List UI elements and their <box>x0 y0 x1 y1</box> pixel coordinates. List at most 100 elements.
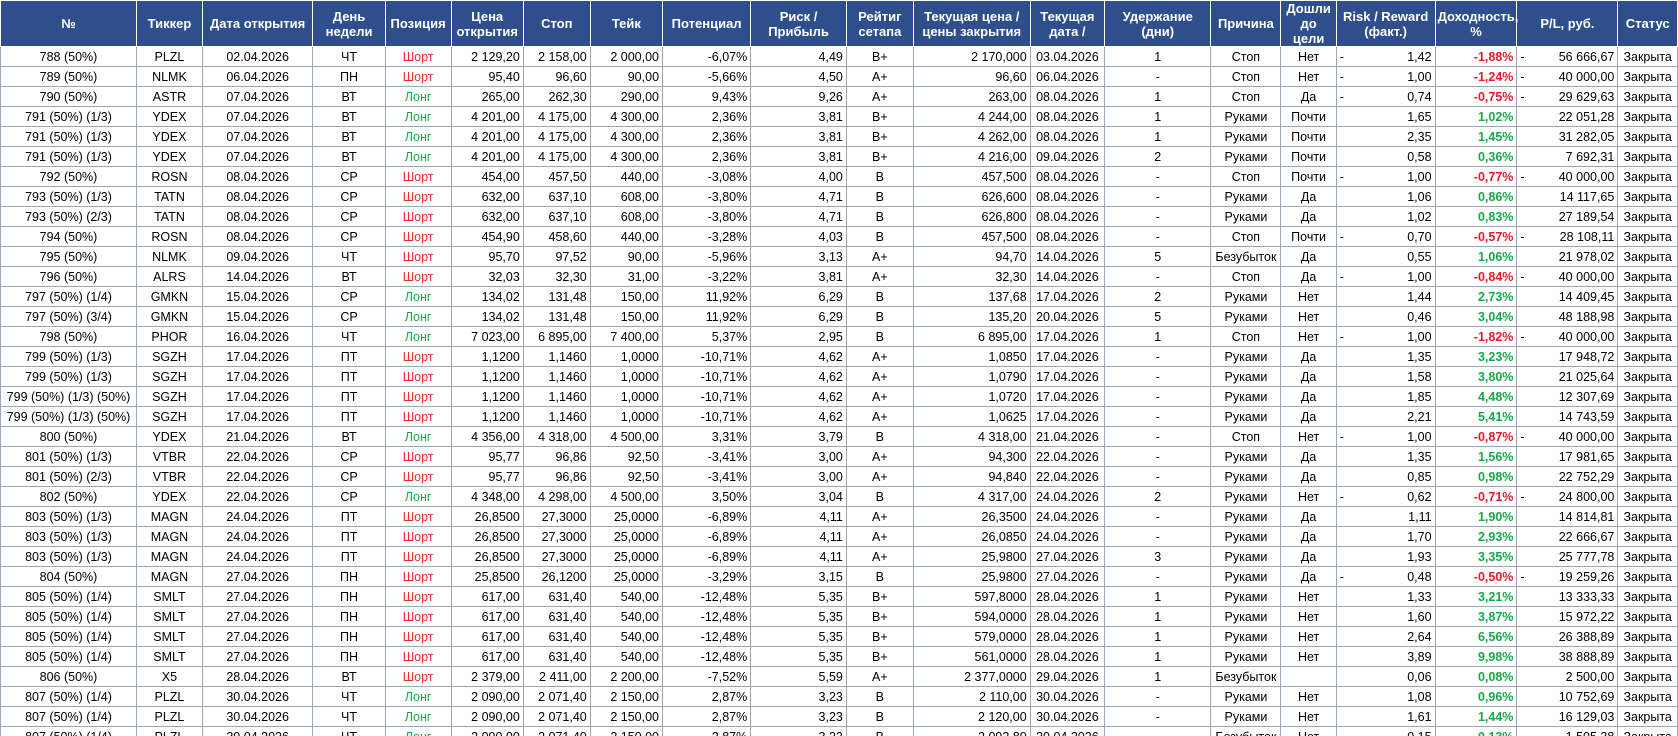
cell-potential[interactable]: 2,36% <box>662 126 752 147</box>
cell-reason[interactable]: Руками <box>1210 366 1282 387</box>
cell-setup-rating[interactable]: A+ <box>845 246 914 267</box>
cell-weekday[interactable]: ВТ <box>312 86 386 107</box>
cell-current-date[interactable]: 14.04.2026 <box>1029 266 1106 287</box>
cell-current-price[interactable]: 94,300 <box>912 446 1031 467</box>
cell-reason[interactable]: Руками <box>1210 106 1282 127</box>
cell-current-price[interactable]: 2 120,00 <box>912 706 1031 727</box>
cell-return[interactable]: 0,86% <box>1434 186 1518 207</box>
cell-open-price[interactable]: 617,00 <box>450 646 524 667</box>
cell-return[interactable]: 4,48% <box>1434 386 1518 407</box>
cell-current-date[interactable]: 28.04.2026 <box>1029 606 1106 627</box>
cell-open-price[interactable]: 2 090,00 <box>450 686 524 707</box>
cell-open-price[interactable]: 632,00 <box>450 206 524 227</box>
cell-pl[interactable]: 12 307,69 <box>1516 386 1619 407</box>
cell-hold-days[interactable]: - <box>1104 526 1212 547</box>
cell-potential[interactable]: -12,48% <box>662 646 752 667</box>
cell-reached-goal[interactable]: Нет <box>1280 326 1337 347</box>
cell-stop[interactable]: 32,30 <box>522 266 591 287</box>
cell-position[interactable]: Лонг <box>384 306 452 327</box>
cell-status[interactable]: Закрыта <box>1617 166 1678 187</box>
cell-stop[interactable]: 2 071,40 <box>522 706 591 727</box>
cell-pl[interactable]: - 40 000,00 <box>1516 326 1619 347</box>
cell-status[interactable]: Закрыта <box>1617 526 1678 547</box>
cell-ticker[interactable]: ROSN <box>136 226 203 247</box>
cell-position[interactable]: Шорт <box>384 206 452 227</box>
cell-hold-days[interactable]: - <box>1104 226 1212 247</box>
cell-status[interactable]: Закрыта <box>1617 606 1678 627</box>
cell-reached-goal[interactable]: Почти <box>1280 126 1337 147</box>
cell-risk-reward-fact[interactable]: 1,08 <box>1335 686 1436 707</box>
cell-position[interactable]: Шорт <box>384 666 452 687</box>
cell-risk-profit[interactable]: 3,81 <box>750 126 847 147</box>
cell-open-date[interactable]: 17.04.2026 <box>201 386 314 407</box>
cell-number[interactable]: 797 (50%) (3/4) <box>0 306 138 327</box>
cell-return[interactable]: 1,44% <box>1434 706 1518 727</box>
cell-hold-days[interactable]: - <box>1104 686 1212 707</box>
cell-ticker[interactable]: ROSN <box>136 166 203 187</box>
cell-current-date[interactable]: 08.04.2026 <box>1029 106 1106 127</box>
cell-current-date[interactable]: 21.04.2026 <box>1029 426 1106 447</box>
cell-open-date[interactable]: 15.04.2026 <box>201 286 314 307</box>
cell-status[interactable]: Закрыта <box>1617 366 1678 387</box>
cell-risk-profit[interactable]: 5,35 <box>750 606 847 627</box>
cell-current-date[interactable]: 06.04.2026 <box>1029 66 1106 87</box>
cell-number[interactable]: 798 (50%) <box>0 326 138 347</box>
cell-weekday[interactable]: ПН <box>312 646 386 667</box>
cell-setup-rating[interactable]: B <box>845 226 914 247</box>
cell-reached-goal[interactable]: Да <box>1280 366 1337 387</box>
cell-position[interactable]: Лонг <box>384 326 452 347</box>
cell-ticker[interactable]: SMLT <box>136 626 203 647</box>
cell-current-price[interactable]: 626,600 <box>912 186 1031 207</box>
cell-return[interactable]: 0,96% <box>1434 686 1518 707</box>
cell-reached-goal[interactable]: Нет <box>1280 286 1337 307</box>
cell-number[interactable]: 802 (50%) <box>0 486 138 507</box>
cell-reason[interactable]: Руками <box>1210 546 1282 567</box>
cell-take[interactable]: 608,00 <box>589 186 664 207</box>
cell-current-date[interactable]: 20.04.2026 <box>1029 306 1106 327</box>
cell-weekday[interactable]: СР <box>312 446 386 467</box>
cell-hold-days[interactable]: 5 <box>1104 246 1212 267</box>
cell-pl[interactable]: 31 282,05 <box>1516 126 1619 147</box>
col-header-weekday[interactable]: День недели <box>312 0 386 47</box>
cell-position[interactable]: Шорт <box>384 386 452 407</box>
cell-current-price[interactable]: 1,0790 <box>912 366 1031 387</box>
cell-open-date[interactable]: 08.04.2026 <box>201 166 314 187</box>
cell-setup-rating[interactable]: B+ <box>845 586 914 607</box>
cell-number[interactable]: 799 (50%) (1/3) (50%) <box>0 386 138 407</box>
cell-reached-goal[interactable]: Да <box>1280 466 1337 487</box>
cell-ticker[interactable]: YDEX <box>136 146 203 167</box>
cell-position[interactable]: Шорт <box>384 526 452 547</box>
col-header-pl[interactable]: P/L, руб. <box>1516 0 1619 47</box>
cell-stop[interactable]: 1,1460 <box>522 346 591 367</box>
cell-status[interactable]: Закрыта <box>1617 226 1678 247</box>
cell-take[interactable]: 25,0000 <box>589 566 664 587</box>
cell-risk-reward-fact[interactable]: 1,65 <box>1335 106 1436 127</box>
cell-risk-profit[interactable]: 3,00 <box>750 446 847 467</box>
cell-setup-rating[interactable]: A+ <box>845 346 914 367</box>
cell-weekday[interactable]: ЧТ <box>312 726 386 736</box>
cell-take[interactable]: 2 150,00 <box>589 726 664 736</box>
cell-current-date[interactable]: 08.04.2026 <box>1029 226 1106 247</box>
cell-position[interactable]: Шорт <box>384 186 452 207</box>
cell-reached-goal[interactable]: Нет <box>1280 726 1337 736</box>
cell-open-date[interactable]: 22.04.2026 <box>201 466 314 487</box>
cell-reached-goal[interactable]: Да <box>1280 266 1337 287</box>
cell-hold-days[interactable]: 1 <box>1104 126 1212 147</box>
cell-potential[interactable]: -3,22% <box>662 266 752 287</box>
cell-pl[interactable]: 14 409,45 <box>1516 286 1619 307</box>
cell-status[interactable]: Закрыта <box>1617 686 1678 707</box>
cell-take[interactable]: 92,50 <box>589 466 664 487</box>
cell-status[interactable]: Закрыта <box>1617 186 1678 207</box>
cell-reason[interactable]: Руками <box>1210 626 1282 647</box>
cell-potential[interactable]: -3,08% <box>662 166 752 187</box>
cell-risk-reward-fact[interactable]: 0,06 <box>1335 666 1436 687</box>
cell-hold-days[interactable]: - <box>1104 366 1212 387</box>
cell-weekday[interactable]: СР <box>312 206 386 227</box>
cell-stop[interactable]: 4 175,00 <box>522 126 591 147</box>
cell-potential[interactable]: 9,43% <box>662 86 752 107</box>
col-header-setup-rating[interactable]: Рейтиг сетапа <box>845 0 914 47</box>
cell-number[interactable]: 793 (50%) (2/3) <box>0 206 138 227</box>
cell-hold-days[interactable]: - <box>1104 446 1212 467</box>
cell-position[interactable]: Шорт <box>384 546 452 567</box>
cell-return[interactable]: 0,13% <box>1434 726 1518 736</box>
